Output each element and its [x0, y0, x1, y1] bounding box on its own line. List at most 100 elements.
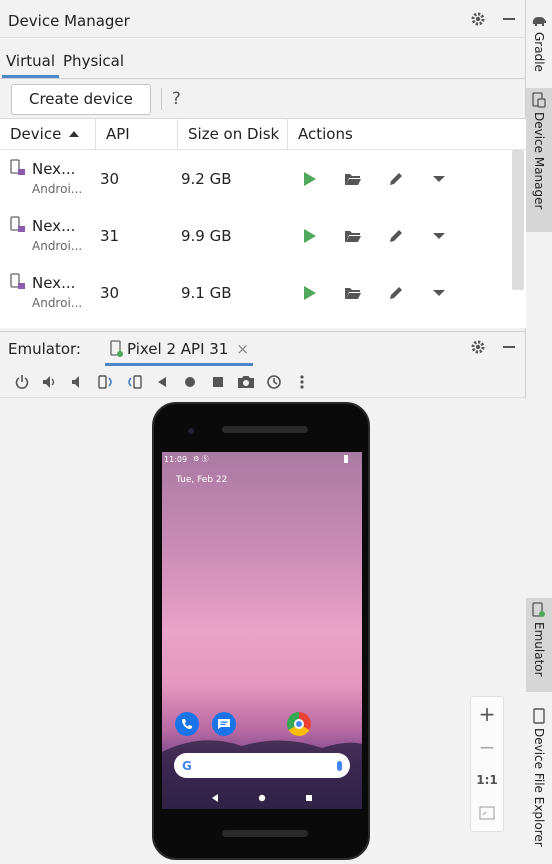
edit-pencil-icon[interactable] [374, 171, 417, 187]
power-icon[interactable] [8, 368, 36, 396]
emulator-tab-label: Pixel 2 API 31 [126, 339, 229, 358]
google-search-bar[interactable]: G [174, 753, 350, 778]
google-g-icon: G [182, 758, 192, 773]
device-file-explorer-icon [533, 708, 545, 724]
nav-home-icon[interactable] [258, 794, 266, 802]
minimize-icon[interactable] [502, 12, 516, 30]
device-manager-label: Device Manager [532, 112, 546, 210]
launch-play-icon[interactable] [288, 285, 331, 301]
gradle-elephant-icon [532, 17, 546, 26]
launch-play-icon[interactable] [288, 171, 331, 187]
close-tab-icon[interactable]: × [236, 340, 249, 358]
messages-app-icon[interactable] [212, 712, 236, 736]
rotate-left-icon[interactable] [92, 368, 120, 396]
edit-pencil-icon[interactable] [374, 285, 417, 301]
screenshot-camera-icon[interactable] [232, 368, 260, 396]
tab-pixel-2-api-31[interactable]: Pixel 2 API 31 × [104, 332, 253, 366]
table-row[interactable]: Nex... Androi... 30 9.2 GB [0, 150, 526, 207]
device-file-explorer-label: Device File Explorer [532, 728, 546, 847]
open-folder-icon[interactable] [331, 172, 374, 186]
panel-header: Device Manager [0, 4, 526, 38]
rotate-right-icon[interactable] [120, 368, 148, 396]
tool-window-device-manager[interactable]: Device Manager [526, 88, 552, 232]
zoom-fit-icon[interactable] [471, 796, 503, 829]
device-size: 9.1 GB [181, 283, 232, 302]
more-options-icon[interactable] [288, 368, 316, 396]
virtual-device-icon [10, 272, 25, 289]
status-time: 11:09 [164, 454, 188, 464]
nav-overview-icon[interactable] [305, 794, 313, 802]
emulator-settings-gear-icon[interactable] [470, 339, 486, 359]
phone-app-icon[interactable] [175, 712, 199, 736]
tool-window-gradle[interactable]: Gradle [526, 10, 552, 80]
column-actions: Actions [298, 125, 353, 143]
help-icon[interactable]: ? [172, 89, 181, 109]
device-subtitle: Androi... [32, 181, 83, 196]
virtual-device-icon [10, 215, 25, 232]
table-row[interactable]: Nex... Androi... 31 9.9 GB [0, 207, 526, 264]
snapshot-icon[interactable] [260, 368, 288, 396]
tool-window-device-file-explorer[interactable]: Device File Explorer [526, 704, 552, 860]
overview-icon[interactable] [204, 368, 232, 396]
create-device-button[interactable]: Create device [11, 83, 151, 115]
home-icon[interactable] [176, 368, 204, 396]
column-api[interactable]: API [96, 119, 178, 150]
device-size: 9.2 GB [181, 169, 232, 188]
zoom-actual-size-button[interactable]: 1:1 [471, 763, 503, 796]
emulator-minimize-icon[interactable] [502, 340, 516, 358]
device-subtitle: Androi... [32, 238, 83, 253]
open-folder-icon[interactable] [331, 286, 374, 300]
status-icons: ⚙ Ⓢ [193, 455, 209, 463]
right-tool-strip: Gradle Device Manager Emulator Device Fi… [526, 0, 552, 864]
device-size: 9.9 GB [181, 226, 232, 245]
tool-window-emulator[interactable]: Emulator [526, 598, 552, 692]
panel-title: Device Manager [8, 11, 130, 30]
device-subtitle: Androi... [32, 295, 83, 310]
earpiece-speaker [222, 426, 308, 433]
column-size[interactable]: Size on Disk [178, 119, 288, 150]
status-bar: 11:09 ⚙ Ⓢ [162, 452, 362, 466]
emulator-header: Emulator: Pixel 2 API 31 × [0, 331, 526, 366]
more-actions-dropdown-icon[interactable] [417, 231, 460, 241]
column-device-label: Device [10, 125, 62, 143]
zoom-out-button[interactable]: − [471, 730, 503, 763]
device-manager-panel: Device Manager Virtual Physical Create d… [0, 0, 526, 864]
emulator-icon [532, 602, 545, 617]
device-api: 30 [100, 169, 120, 188]
tab-physical[interactable]: Physical [59, 38, 128, 78]
tab-virtual[interactable]: Virtual [2, 38, 60, 78]
emulator-toolbar [0, 366, 526, 398]
device-manager-icon [532, 92, 546, 108]
device-type-tabs: Virtual Physical [0, 39, 526, 79]
lock-date: Tue, Feb 22 [176, 475, 228, 485]
device-name: Nex... [32, 159, 76, 178]
table-scrollbar[interactable] [512, 150, 524, 290]
chrome-app-icon[interactable] [287, 712, 311, 736]
battery-icon [344, 455, 348, 463]
back-icon[interactable] [148, 368, 176, 396]
nav-back-icon[interactable] [211, 793, 219, 802]
device-api: 30 [100, 283, 120, 302]
front-camera-icon [188, 428, 194, 434]
device-name: Nex... [32, 273, 76, 292]
mic-icon[interactable] [337, 760, 342, 771]
device-api: 31 [100, 226, 120, 245]
phone-screen[interactable]: 11:09 ⚙ Ⓢ Tue, Feb 22 G [162, 452, 362, 809]
device-toolbar: Create device ? [0, 80, 526, 118]
device-name: Nex... [32, 216, 76, 235]
zoom-controls: + − 1:1 [470, 696, 504, 832]
running-device-icon [110, 339, 123, 357]
more-actions-dropdown-icon[interactable] [417, 174, 460, 184]
more-actions-dropdown-icon[interactable] [417, 288, 460, 298]
open-folder-icon[interactable] [331, 229, 374, 243]
launch-play-icon[interactable] [288, 228, 331, 244]
virtual-device-icon [10, 158, 25, 175]
navigation-bar [162, 786, 362, 809]
column-device[interactable]: Device [0, 119, 96, 150]
volume-up-icon[interactable] [36, 368, 64, 396]
zoom-in-button[interactable]: + [471, 697, 503, 730]
volume-down-icon[interactable] [64, 368, 92, 396]
settings-gear-icon[interactable] [470, 11, 486, 31]
table-row[interactable]: Nex... Androi... 30 9.1 GB [0, 264, 526, 321]
edit-pencil-icon[interactable] [374, 228, 417, 244]
